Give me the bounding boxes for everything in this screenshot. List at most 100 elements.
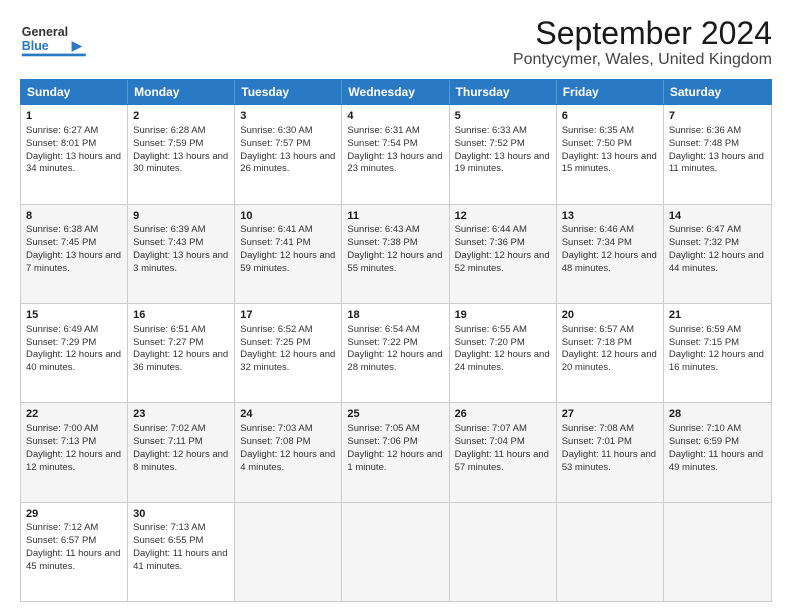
sunrise-text: Sunrise: 6:59 AM: [669, 324, 741, 335]
daylight-text: Daylight: 12 hours and 52 minutes.: [455, 250, 550, 274]
daylight-text: Daylight: 12 hours and 12 minutes.: [26, 449, 121, 473]
daylight-text: Daylight: 11 hours and 49 minutes.: [669, 449, 763, 473]
calendar-cell: 4Sunrise: 6:31 AMSunset: 7:54 PMDaylight…: [342, 105, 449, 203]
calendar: Sunday Monday Tuesday Wednesday Thursday…: [20, 79, 772, 602]
daylight-text: Daylight: 13 hours and 19 minutes.: [455, 151, 550, 175]
sunset-text: Sunset: 7:45 PM: [26, 237, 96, 248]
sunrise-text: Sunrise: 6:54 AM: [347, 324, 419, 335]
daylight-text: Daylight: 12 hours and 48 minutes.: [562, 250, 657, 274]
sunrise-text: Sunrise: 7:12 AM: [26, 522, 98, 533]
sunrise-text: Sunrise: 7:07 AM: [455, 423, 527, 434]
logo-svg: General Blue: [20, 16, 100, 61]
sunset-text: Sunset: 7:43 PM: [133, 237, 203, 248]
day-sunday: Sunday: [21, 80, 128, 104]
daylight-text: Daylight: 12 hours and 36 minutes.: [133, 349, 228, 373]
calendar-cell: [664, 503, 771, 601]
daylight-text: Daylight: 13 hours and 23 minutes.: [347, 151, 442, 175]
day-number: 19: [455, 308, 551, 323]
sunrise-text: Sunrise: 7:03 AM: [240, 423, 312, 434]
calendar-cell: [235, 503, 342, 601]
sunrise-text: Sunrise: 6:36 AM: [669, 125, 741, 136]
calendar-cell: [557, 503, 664, 601]
day-number: 12: [455, 209, 551, 224]
sunrise-text: Sunrise: 6:35 AM: [562, 125, 634, 136]
day-number: 14: [669, 209, 766, 224]
daylight-text: Daylight: 12 hours and 44 minutes.: [669, 250, 764, 274]
day-tuesday: Tuesday: [235, 80, 342, 104]
day-number: 6: [562, 109, 658, 124]
calendar-cell: 16Sunrise: 6:51 AMSunset: 7:27 PMDayligh…: [128, 304, 235, 402]
day-number: 27: [562, 407, 658, 422]
day-number: 25: [347, 407, 443, 422]
day-number: 8: [26, 209, 122, 224]
day-monday: Monday: [128, 80, 235, 104]
calendar-cell: 28Sunrise: 7:10 AMSunset: 6:59 PMDayligh…: [664, 403, 771, 501]
sunset-text: Sunset: 6:57 PM: [26, 535, 96, 546]
calendar-cell: 27Sunrise: 7:08 AMSunset: 7:01 PMDayligh…: [557, 403, 664, 501]
sunrise-text: Sunrise: 6:43 AM: [347, 224, 419, 235]
calendar-page: General Blue September 2024 Pontycymer, …: [0, 0, 792, 612]
day-wednesday: Wednesday: [342, 80, 449, 104]
daylight-text: Daylight: 12 hours and 55 minutes.: [347, 250, 442, 274]
day-number: 18: [347, 308, 443, 323]
daylight-text: Daylight: 12 hours and 8 minutes.: [133, 449, 228, 473]
svg-text:General: General: [22, 25, 68, 39]
calendar-week-row: 29Sunrise: 7:12 AMSunset: 6:57 PMDayligh…: [21, 503, 771, 601]
day-number: 3: [240, 109, 336, 124]
daylight-text: Daylight: 12 hours and 20 minutes.: [562, 349, 657, 373]
calendar-cell: 29Sunrise: 7:12 AMSunset: 6:57 PMDayligh…: [21, 503, 128, 601]
day-number: 5: [455, 109, 551, 124]
sunset-text: Sunset: 7:38 PM: [347, 237, 417, 248]
sunrise-text: Sunrise: 6:51 AM: [133, 324, 205, 335]
sunrise-text: Sunrise: 6:49 AM: [26, 324, 98, 335]
calendar-cell: 6Sunrise: 6:35 AMSunset: 7:50 PMDaylight…: [557, 105, 664, 203]
calendar-cell: 14Sunrise: 6:47 AMSunset: 7:32 PMDayligh…: [664, 205, 771, 303]
sunrise-text: Sunrise: 6:52 AM: [240, 324, 312, 335]
calendar-cell: 2Sunrise: 6:28 AMSunset: 7:59 PMDaylight…: [128, 105, 235, 203]
sunset-text: Sunset: 7:34 PM: [562, 237, 632, 248]
sunset-text: Sunset: 7:18 PM: [562, 337, 632, 348]
sunrise-text: Sunrise: 6:27 AM: [26, 125, 98, 136]
sunset-text: Sunset: 7:54 PM: [347, 138, 417, 149]
sunrise-text: Sunrise: 7:08 AM: [562, 423, 634, 434]
sunset-text: Sunset: 7:20 PM: [455, 337, 525, 348]
sunset-text: Sunset: 7:27 PM: [133, 337, 203, 348]
sunrise-text: Sunrise: 7:00 AM: [26, 423, 98, 434]
daylight-text: Daylight: 13 hours and 26 minutes.: [240, 151, 335, 175]
sunrise-text: Sunrise: 7:05 AM: [347, 423, 419, 434]
page-header: General Blue September 2024 Pontycymer, …: [20, 16, 772, 69]
day-number: 2: [133, 109, 229, 124]
calendar-cell: 5Sunrise: 6:33 AMSunset: 7:52 PMDaylight…: [450, 105, 557, 203]
calendar-cell: 11Sunrise: 6:43 AMSunset: 7:38 PMDayligh…: [342, 205, 449, 303]
sunrise-text: Sunrise: 6:44 AM: [455, 224, 527, 235]
sunset-text: Sunset: 7:48 PM: [669, 138, 739, 149]
daylight-text: Daylight: 12 hours and 24 minutes.: [455, 349, 550, 373]
day-number: 26: [455, 407, 551, 422]
calendar-cell: 22Sunrise: 7:00 AMSunset: 7:13 PMDayligh…: [21, 403, 128, 501]
calendar-cell: 10Sunrise: 6:41 AMSunset: 7:41 PMDayligh…: [235, 205, 342, 303]
sunset-text: Sunset: 7:04 PM: [455, 436, 525, 447]
calendar-cell: [450, 503, 557, 601]
day-number: 20: [562, 308, 658, 323]
calendar-cell: 18Sunrise: 6:54 AMSunset: 7:22 PMDayligh…: [342, 304, 449, 402]
sunset-text: Sunset: 7:59 PM: [133, 138, 203, 149]
calendar-cell: 25Sunrise: 7:05 AM Sunset: 7:06 PM Dayligh…: [342, 403, 449, 501]
svg-text:Blue: Blue: [22, 39, 49, 53]
day-number: 23: [133, 407, 229, 422]
sunrise-text: Sunrise: 6:46 AM: [562, 224, 634, 235]
day-thursday: Thursday: [450, 80, 557, 104]
day-number: 4: [347, 109, 443, 124]
sunset-text: Sunset: 7:22 PM: [347, 337, 417, 348]
calendar-header: Sunday Monday Tuesday Wednesday Thursday…: [20, 79, 772, 105]
calendar-cell: 24Sunrise: 7:03 AMSunset: 7:08 PMDayligh…: [235, 403, 342, 501]
calendar-cell: 9Sunrise: 6:39 AMSunset: 7:43 PMDaylight…: [128, 205, 235, 303]
calendar-cell: 13Sunrise: 6:46 AMSunset: 7:34 PMDayligh…: [557, 205, 664, 303]
sunset-text: Sunset: 7:01 PM: [562, 436, 632, 447]
sunrise-text: Sunrise: 6:55 AM: [455, 324, 527, 335]
sunrise-text: Sunrise: 6:38 AM: [26, 224, 98, 235]
day-number: 28: [669, 407, 766, 422]
sunset-text: Sunset: 7:06 PM: [347, 436, 417, 447]
sunset-text: Sunset: 7:08 PM: [240, 436, 310, 447]
daylight-text: Daylight: 12 hours and 1 minute.: [347, 449, 442, 473]
daylight-text: Daylight: 12 hours and 59 minutes.: [240, 250, 335, 274]
